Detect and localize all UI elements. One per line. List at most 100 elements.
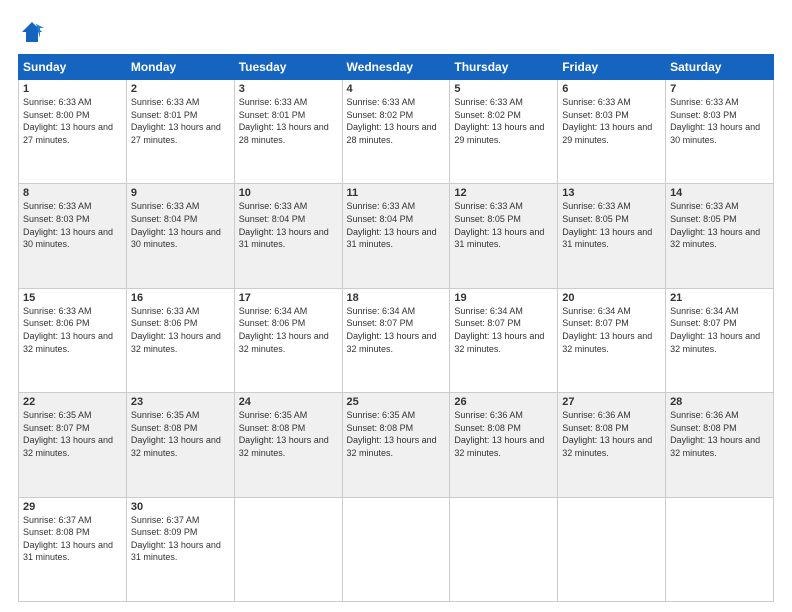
day-number: 4 (347, 83, 446, 95)
weekday-header-friday: Friday (558, 55, 666, 80)
weekday-header-thursday: Thursday (450, 55, 558, 80)
calendar-day-cell: 1 Sunrise: 6:33 AMSunset: 8:00 PMDayligh… (19, 80, 127, 184)
calendar-day-cell: 5 Sunrise: 6:33 AMSunset: 8:02 PMDayligh… (450, 80, 558, 184)
day-info: Sunrise: 6:33 AMSunset: 8:05 PMDaylight:… (670, 200, 769, 250)
calendar-day-cell (666, 497, 774, 601)
day-info: Sunrise: 6:33 AMSunset: 8:06 PMDaylight:… (23, 305, 122, 355)
calendar-day-cell: 3 Sunrise: 6:33 AMSunset: 8:01 PMDayligh… (234, 80, 342, 184)
day-info: Sunrise: 6:34 AMSunset: 8:07 PMDaylight:… (670, 305, 769, 355)
calendar-table: SundayMondayTuesdayWednesdayThursdayFrid… (18, 54, 774, 602)
day-number: 3 (239, 83, 338, 95)
day-number: 30 (131, 501, 230, 513)
calendar-day-cell: 26 Sunrise: 6:36 AMSunset: 8:08 PMDaylig… (450, 393, 558, 497)
day-info: Sunrise: 6:33 AMSunset: 8:03 PMDaylight:… (23, 200, 122, 250)
day-number: 8 (23, 187, 122, 199)
day-info: Sunrise: 6:33 AMSunset: 8:05 PMDaylight:… (562, 200, 661, 250)
day-info: Sunrise: 6:33 AMSunset: 8:05 PMDaylight:… (454, 200, 553, 250)
header (18, 18, 774, 46)
day-info: Sunrise: 6:33 AMSunset: 8:06 PMDaylight:… (131, 305, 230, 355)
calendar-day-cell: 6 Sunrise: 6:33 AMSunset: 8:03 PMDayligh… (558, 80, 666, 184)
day-number: 12 (454, 187, 553, 199)
weekday-header-tuesday: Tuesday (234, 55, 342, 80)
calendar-day-cell: 11 Sunrise: 6:33 AMSunset: 8:04 PMDaylig… (342, 184, 450, 288)
day-number: 18 (347, 292, 446, 304)
day-info: Sunrise: 6:34 AMSunset: 8:07 PMDaylight:… (562, 305, 661, 355)
calendar-day-cell: 22 Sunrise: 6:35 AMSunset: 8:07 PMDaylig… (19, 393, 127, 497)
day-number: 22 (23, 396, 122, 408)
day-info: Sunrise: 6:33 AMSunset: 8:03 PMDaylight:… (670, 96, 769, 146)
day-info: Sunrise: 6:33 AMSunset: 8:02 PMDaylight:… (454, 96, 553, 146)
calendar-day-cell: 23 Sunrise: 6:35 AMSunset: 8:08 PMDaylig… (126, 393, 234, 497)
calendar-week-row: 8 Sunrise: 6:33 AMSunset: 8:03 PMDayligh… (19, 184, 774, 288)
calendar-day-cell: 25 Sunrise: 6:35 AMSunset: 8:08 PMDaylig… (342, 393, 450, 497)
calendar-day-cell: 19 Sunrise: 6:34 AMSunset: 8:07 PMDaylig… (450, 288, 558, 392)
calendar-day-cell (234, 497, 342, 601)
calendar-day-cell: 14 Sunrise: 6:33 AMSunset: 8:05 PMDaylig… (666, 184, 774, 288)
day-number: 7 (670, 83, 769, 95)
calendar-day-cell: 29 Sunrise: 6:37 AMSunset: 8:08 PMDaylig… (19, 497, 127, 601)
day-info: Sunrise: 6:36 AMSunset: 8:08 PMDaylight:… (670, 409, 769, 459)
calendar-day-cell: 16 Sunrise: 6:33 AMSunset: 8:06 PMDaylig… (126, 288, 234, 392)
day-info: Sunrise: 6:37 AMSunset: 8:08 PMDaylight:… (23, 514, 122, 564)
day-info: Sunrise: 6:33 AMSunset: 8:03 PMDaylight:… (562, 96, 661, 146)
day-info: Sunrise: 6:34 AMSunset: 8:07 PMDaylight:… (347, 305, 446, 355)
day-info: Sunrise: 6:33 AMSunset: 8:01 PMDaylight:… (239, 96, 338, 146)
calendar-day-cell: 24 Sunrise: 6:35 AMSunset: 8:08 PMDaylig… (234, 393, 342, 497)
calendar-day-cell: 13 Sunrise: 6:33 AMSunset: 8:05 PMDaylig… (558, 184, 666, 288)
day-number: 13 (562, 187, 661, 199)
day-info: Sunrise: 6:36 AMSunset: 8:08 PMDaylight:… (562, 409, 661, 459)
day-info: Sunrise: 6:33 AMSunset: 8:04 PMDaylight:… (131, 200, 230, 250)
day-info: Sunrise: 6:35 AMSunset: 8:08 PMDaylight:… (347, 409, 446, 459)
calendar-day-cell: 10 Sunrise: 6:33 AMSunset: 8:04 PMDaylig… (234, 184, 342, 288)
calendar-day-cell: 17 Sunrise: 6:34 AMSunset: 8:06 PMDaylig… (234, 288, 342, 392)
day-info: Sunrise: 6:33 AMSunset: 8:01 PMDaylight:… (131, 96, 230, 146)
calendar-day-cell: 18 Sunrise: 6:34 AMSunset: 8:07 PMDaylig… (342, 288, 450, 392)
calendar-day-cell: 7 Sunrise: 6:33 AMSunset: 8:03 PMDayligh… (666, 80, 774, 184)
day-number: 10 (239, 187, 338, 199)
day-info: Sunrise: 6:35 AMSunset: 8:07 PMDaylight:… (23, 409, 122, 459)
calendar-day-cell: 8 Sunrise: 6:33 AMSunset: 8:03 PMDayligh… (19, 184, 127, 288)
calendar-day-cell: 9 Sunrise: 6:33 AMSunset: 8:04 PMDayligh… (126, 184, 234, 288)
day-number: 16 (131, 292, 230, 304)
day-number: 1 (23, 83, 122, 95)
calendar-week-row: 29 Sunrise: 6:37 AMSunset: 8:08 PMDaylig… (19, 497, 774, 601)
calendar-week-row: 15 Sunrise: 6:33 AMSunset: 8:06 PMDaylig… (19, 288, 774, 392)
weekday-header-saturday: Saturday (666, 55, 774, 80)
day-info: Sunrise: 6:36 AMSunset: 8:08 PMDaylight:… (454, 409, 553, 459)
day-info: Sunrise: 6:33 AMSunset: 8:00 PMDaylight:… (23, 96, 122, 146)
logo-icon (18, 18, 46, 46)
day-number: 25 (347, 396, 446, 408)
calendar-day-cell (558, 497, 666, 601)
day-number: 11 (347, 187, 446, 199)
day-number: 6 (562, 83, 661, 95)
page: SundayMondayTuesdayWednesdayThursdayFrid… (0, 0, 792, 612)
day-number: 24 (239, 396, 338, 408)
day-number: 14 (670, 187, 769, 199)
calendar-day-cell: 28 Sunrise: 6:36 AMSunset: 8:08 PMDaylig… (666, 393, 774, 497)
calendar-day-cell: 2 Sunrise: 6:33 AMSunset: 8:01 PMDayligh… (126, 80, 234, 184)
day-info: Sunrise: 6:37 AMSunset: 8:09 PMDaylight:… (131, 514, 230, 564)
day-number: 21 (670, 292, 769, 304)
day-info: Sunrise: 6:33 AMSunset: 8:04 PMDaylight:… (347, 200, 446, 250)
day-info: Sunrise: 6:35 AMSunset: 8:08 PMDaylight:… (131, 409, 230, 459)
weekday-header-row: SundayMondayTuesdayWednesdayThursdayFrid… (19, 55, 774, 80)
day-number: 28 (670, 396, 769, 408)
day-info: Sunrise: 6:34 AMSunset: 8:07 PMDaylight:… (454, 305, 553, 355)
calendar-week-row: 22 Sunrise: 6:35 AMSunset: 8:07 PMDaylig… (19, 393, 774, 497)
day-number: 20 (562, 292, 661, 304)
day-number: 2 (131, 83, 230, 95)
calendar-day-cell (342, 497, 450, 601)
day-info: Sunrise: 6:34 AMSunset: 8:06 PMDaylight:… (239, 305, 338, 355)
day-number: 29 (23, 501, 122, 513)
calendar-day-cell: 12 Sunrise: 6:33 AMSunset: 8:05 PMDaylig… (450, 184, 558, 288)
calendar-day-cell: 20 Sunrise: 6:34 AMSunset: 8:07 PMDaylig… (558, 288, 666, 392)
calendar-day-cell: 15 Sunrise: 6:33 AMSunset: 8:06 PMDaylig… (19, 288, 127, 392)
day-number: 23 (131, 396, 230, 408)
day-info: Sunrise: 6:33 AMSunset: 8:04 PMDaylight:… (239, 200, 338, 250)
day-number: 15 (23, 292, 122, 304)
day-number: 27 (562, 396, 661, 408)
weekday-header-sunday: Sunday (19, 55, 127, 80)
day-number: 5 (454, 83, 553, 95)
calendar-week-row: 1 Sunrise: 6:33 AMSunset: 8:00 PMDayligh… (19, 80, 774, 184)
calendar-day-cell: 4 Sunrise: 6:33 AMSunset: 8:02 PMDayligh… (342, 80, 450, 184)
